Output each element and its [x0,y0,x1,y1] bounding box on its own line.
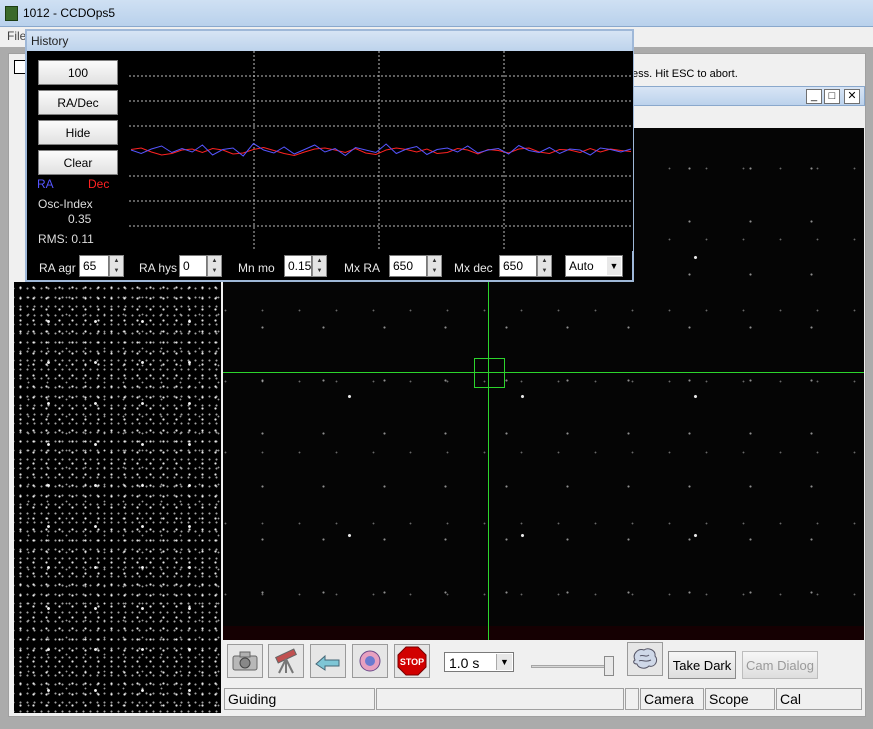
guide-star-box[interactable] [474,358,505,388]
status-spacer [625,688,639,710]
guide-history-graph [129,51,633,251]
mx-dec-label: Mx dec [454,261,493,275]
crosshair-horizontal [223,372,864,373]
mode-select-value: Auto [569,259,594,273]
menu-file[interactable]: File [7,29,26,43]
camera-button[interactable] [227,644,263,678]
ra-dec-button[interactable]: RA/Dec [38,90,118,115]
autoguide-button[interactable] [352,644,388,678]
ra-series-line [130,142,632,157]
history-title: History [27,31,632,51]
exposure-select[interactable]: 1.0 s ▼ [444,652,514,672]
close-button[interactable]: ✕ [844,89,860,104]
contrast-slider-thumb[interactable] [604,656,614,676]
app-title: 1012 - CCDOps5 [23,6,116,20]
chevron-down-icon: ▼ [496,654,512,670]
scale-button[interactable]: 100 [38,60,118,85]
rms-value: RMS: 0.11 [38,232,94,246]
exposure-value: 1.0 s [449,655,480,671]
mx-dec-input[interactable]: 650 [499,255,537,277]
crosshair-vertical [488,282,489,640]
maximize-button[interactable]: □ [824,89,840,104]
status-message: ess. Hit ESC to abort. [632,68,738,80]
connect-button[interactable] [310,644,346,678]
mx-ra-input[interactable]: 650 [389,255,427,277]
connect-icon [315,654,340,671]
toolbar: STOP 1.0 s ▼ Take Dark Cam Dialog [223,640,864,686]
brain-icon [633,648,658,669]
status-cal: Cal [776,688,862,710]
brain-button[interactable] [627,642,663,676]
mn-mo-spinner[interactable]: ▲ ▼ [312,255,327,277]
status-camera: Camera [640,688,704,710]
stop-icon: STOP [397,646,427,676]
contrast-slider-track[interactable] [531,665,613,668]
mx-ra-spinner[interactable]: ▲ ▼ [427,255,442,277]
stop-button[interactable]: STOP [394,644,430,678]
osc-index-value: 0.35 [68,212,92,226]
mx-dec-spinner[interactable]: ▲ ▼ [537,255,552,277]
legend-dec: Dec [88,177,110,191]
telescope-button[interactable] [268,644,304,678]
image-bottom-strip [223,626,864,640]
ra-agr-spinner[interactable]: ▲ ▼ [109,255,124,277]
ra-hys-input[interactable]: 0 [179,255,207,277]
status-message-cell [376,688,624,710]
ra-hys-label: RA hys [139,261,178,275]
app-title-bar: 1012 - CCDOps5 [0,0,873,27]
app-icon [5,6,18,21]
status-scope: Scope [705,688,775,710]
camera-icon [232,651,258,671]
clear-button[interactable]: Clear [38,150,118,175]
history-window: History 100 RA/Dec Hide Clear RA Dec Osc… [25,29,634,282]
track-image-thumbnail[interactable] [14,282,221,713]
status-guiding: Guiding [224,688,375,710]
mn-mo-input[interactable]: 0.15 [284,255,312,277]
autoguide-icon [359,650,381,672]
graph-grid [129,51,633,251]
guide-params: RA agr 65 ▲ ▼ RA hys 0 ▲ ▼ Mn mo 0.15 ▲ ▼ M… [27,251,632,280]
ra-hys-spinner[interactable]: ▲ ▼ [207,255,222,277]
mode-select[interactable]: Auto ▼ [565,255,623,277]
mn-mo-label: Mn mo [238,261,275,275]
ra-agr-input[interactable]: 65 [79,255,109,277]
ra-agr-label: RA agr [39,261,76,275]
telescope-icon [275,648,297,674]
chevron-down-icon: ▼ [607,257,621,275]
legend-ra: RA [37,177,54,191]
status-bar: Guiding Camera Scope Cal [223,686,864,713]
osc-index-label: Osc-Index [38,197,93,211]
image-window-title-bar: _ □ ✕ [632,86,865,106]
cam-dialog-button[interactable]: Cam Dialog [742,651,818,679]
minimize-button[interactable]: _ [806,89,822,104]
take-dark-button[interactable]: Take Dark [668,651,736,679]
stop-label: STOP [400,657,424,667]
hide-button[interactable]: Hide [38,120,118,145]
mx-ra-label: Mx RA [344,261,380,275]
